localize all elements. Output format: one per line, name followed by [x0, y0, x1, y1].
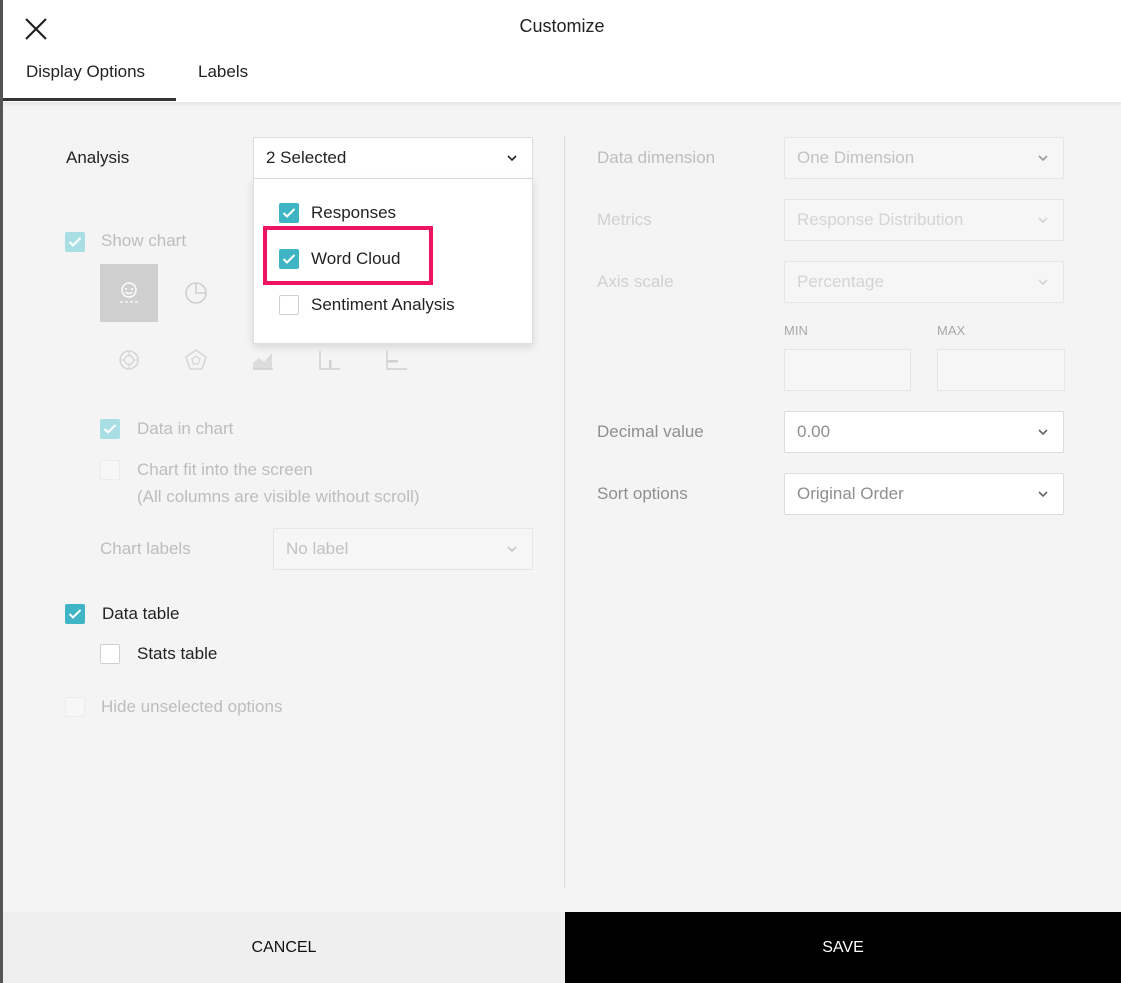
metrics-label: Metrics [597, 210, 652, 229]
check-icon [103, 424, 117, 434]
sentiment-analysis-checkbox[interactable] [279, 295, 299, 315]
axis-scale-value: Percentage [797, 272, 884, 291]
show-chart-label: Show chart [101, 231, 187, 250]
max-label: MAX [937, 323, 966, 338]
dropdown-option-label: Sentiment Analysis [311, 295, 455, 314]
data-in-chart-checkbox[interactable] [100, 419, 120, 439]
max-input[interactable] [937, 349, 1065, 391]
check-icon [282, 208, 296, 218]
chart-fit-sublabel: (All columns are visible without scroll) [137, 487, 420, 506]
save-button[interactable]: SAVE [565, 912, 1121, 983]
analysis-label: Analysis [66, 148, 130, 167]
dropdown-option-label: Word Cloud [311, 249, 401, 268]
dropdown-option-word-cloud[interactable]: Word Cloud [254, 239, 532, 279]
metrics-select[interactable]: Response Distribution [784, 199, 1064, 241]
settings-panel: Analysis 2 Selected Show chart Data in c… [3, 102, 1121, 912]
cancel-button[interactable]: CANCEL [3, 912, 565, 983]
header: Customize Display Options Labels [3, 0, 1121, 102]
decimal-value-label: Decimal value [597, 422, 704, 441]
word-cloud-icon[interactable] [100, 264, 158, 322]
chart-labels-label: Chart labels [100, 539, 191, 558]
pie-chart-icon[interactable] [167, 264, 225, 322]
analysis-dropdown-menu: Responses Word Cloud Sentiment Analysis [253, 179, 533, 344]
radar-chart-icon[interactable] [167, 331, 225, 389]
chart-fit-label: Chart fit into the screen [137, 460, 313, 479]
min-input[interactable] [784, 349, 911, 391]
data-in-chart-label: Data in chart [137, 419, 234, 438]
active-tab-indicator [3, 98, 176, 101]
dropdown-option-label: Responses [311, 203, 397, 222]
chart-labels-select-value: No label [286, 539, 349, 558]
sort-options-label: Sort options [597, 484, 688, 503]
decimal-value-select[interactable]: 0.00 [784, 411, 1064, 453]
tab-display-options[interactable]: Display Options [26, 62, 145, 82]
sort-options-value: Original Order [797, 484, 904, 503]
chevron-down-icon [1038, 155, 1048, 162]
decimal-value-value: 0.00 [797, 422, 831, 441]
stats-table-label: Stats table [137, 644, 218, 663]
axis-scale-label: Axis scale [597, 272, 674, 291]
word-cloud-checkbox[interactable] [279, 249, 299, 269]
data-dimension-select[interactable]: One Dimension [784, 137, 1064, 179]
hide-unselected-checkbox[interactable] [65, 697, 85, 717]
data-dimension-label: Data dimension [597, 148, 716, 167]
dropdown-option-responses[interactable]: Responses [254, 193, 532, 233]
stats-table-checkbox[interactable] [100, 644, 120, 664]
analysis-select[interactable]: 2 Selected [253, 137, 533, 179]
min-label: MIN [784, 323, 808, 338]
hide-unselected-label: Hide unselected options [101, 697, 283, 716]
metrics-value: Response Distribution [797, 210, 964, 229]
chevron-down-icon [1038, 279, 1048, 286]
sort-options-select[interactable]: Original Order [784, 473, 1064, 515]
chevron-down-icon [1038, 429, 1048, 436]
chevron-down-icon [507, 546, 517, 553]
chart-fit-checkbox[interactable] [100, 460, 120, 480]
page-title: Customize [519, 16, 605, 36]
data-table-label: Data table [102, 604, 180, 623]
chevron-down-icon [1038, 491, 1048, 498]
donut-chart-icon[interactable] [100, 331, 158, 389]
check-icon [68, 237, 82, 247]
tab-labels[interactable]: Labels [198, 62, 248, 82]
column-divider [564, 136, 565, 888]
data-table-checkbox[interactable] [65, 604, 85, 624]
responses-checkbox[interactable] [279, 203, 299, 223]
chart-labels-select[interactable]: No label [273, 528, 533, 570]
check-icon [68, 609, 82, 619]
check-icon [282, 254, 296, 264]
axis-scale-select[interactable]: Percentage [784, 261, 1064, 303]
show-chart-checkbox[interactable] [65, 232, 85, 252]
chevron-down-icon [1038, 217, 1048, 224]
data-dimension-value: One Dimension [797, 148, 915, 167]
analysis-select-value: 2 Selected [266, 148, 347, 167]
dropdown-option-sentiment-analysis[interactable]: Sentiment Analysis [254, 285, 532, 325]
chevron-down-icon [507, 155, 517, 162]
